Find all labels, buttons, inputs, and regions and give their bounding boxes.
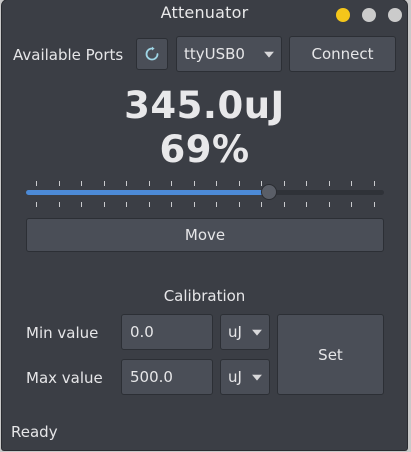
slider-tick	[351, 202, 353, 207]
slider-tick	[306, 202, 308, 207]
available-ports-label: Available Ports	[13, 46, 124, 64]
slider-tick	[58, 181, 60, 186]
attenuation-slider[interactable]	[26, 178, 384, 210]
refresh-icon	[145, 46, 159, 61]
slider-tick	[238, 202, 240, 207]
slider-tick	[171, 181, 173, 186]
max-value-label: Max value	[26, 369, 103, 387]
slider-tick	[283, 202, 285, 207]
move-button[interactable]: Move	[26, 218, 384, 252]
slider-tick	[283, 181, 285, 186]
refresh-ports-button[interactable]	[136, 38, 168, 70]
chevron-down-icon	[264, 51, 274, 58]
min-value-label: Min value	[26, 324, 99, 342]
slider-tick	[58, 202, 60, 207]
status-bar-text: Ready	[11, 423, 58, 441]
slider-tick	[216, 181, 218, 186]
slider-tick	[216, 202, 218, 207]
slider-tick	[374, 202, 375, 207]
slider-fill	[26, 190, 270, 195]
slider-tick	[328, 181, 330, 186]
slider-tick	[36, 181, 37, 186]
slider-handle[interactable]	[261, 184, 278, 200]
percent-readout: 69%	[159, 128, 250, 171]
slider-tick	[306, 181, 308, 186]
slider-tick	[374, 181, 375, 186]
min-unit-select[interactable]: uJ	[220, 314, 270, 350]
maximize-button[interactable]	[362, 8, 376, 22]
set-button[interactable]: Set	[277, 314, 384, 395]
energy-readout: 345.0uJ	[124, 84, 285, 127]
slider-tick	[148, 202, 150, 207]
slider-tick	[328, 202, 330, 207]
chevron-down-icon	[252, 374, 262, 381]
max-unit-select[interactable]: uJ	[220, 359, 270, 395]
slider-tick	[81, 181, 83, 186]
calibration-title: Calibration	[163, 287, 246, 305]
slider-tick	[238, 181, 240, 186]
slider-tick	[81, 202, 83, 207]
port-select-value: ttyUSB0	[184, 45, 245, 63]
min-value-input[interactable]: 0.0	[121, 314, 213, 350]
slider-tick	[103, 181, 105, 186]
close-button[interactable]	[388, 8, 402, 22]
max-value-text: 500.0	[130, 368, 173, 386]
slider-tick	[171, 202, 173, 207]
minimize-button[interactable]	[336, 8, 350, 22]
slider-tick	[103, 202, 105, 207]
slider-tick	[193, 202, 195, 207]
slider-tick	[351, 181, 353, 186]
connect-button[interactable]: Connect	[289, 36, 396, 72]
slider-tick	[148, 181, 150, 186]
max-unit-value: uJ	[228, 368, 242, 386]
slider-tick	[36, 202, 37, 207]
slider-tick	[261, 202, 263, 207]
min-unit-value: uJ	[228, 323, 242, 341]
port-select[interactable]: ttyUSB0	[176, 36, 282, 72]
slider-tick	[193, 181, 195, 186]
chevron-down-icon	[252, 329, 262, 336]
slider-tick	[126, 202, 128, 207]
attenuator-window: Attenuator Available Ports ttyUSB0 Conne…	[2, 0, 407, 450]
title-bar: Attenuator	[2, 0, 407, 28]
min-value-text: 0.0	[130, 323, 154, 341]
max-value-input[interactable]: 500.0	[121, 359, 213, 395]
slider-tick	[261, 181, 263, 186]
slider-tick	[126, 181, 128, 186]
